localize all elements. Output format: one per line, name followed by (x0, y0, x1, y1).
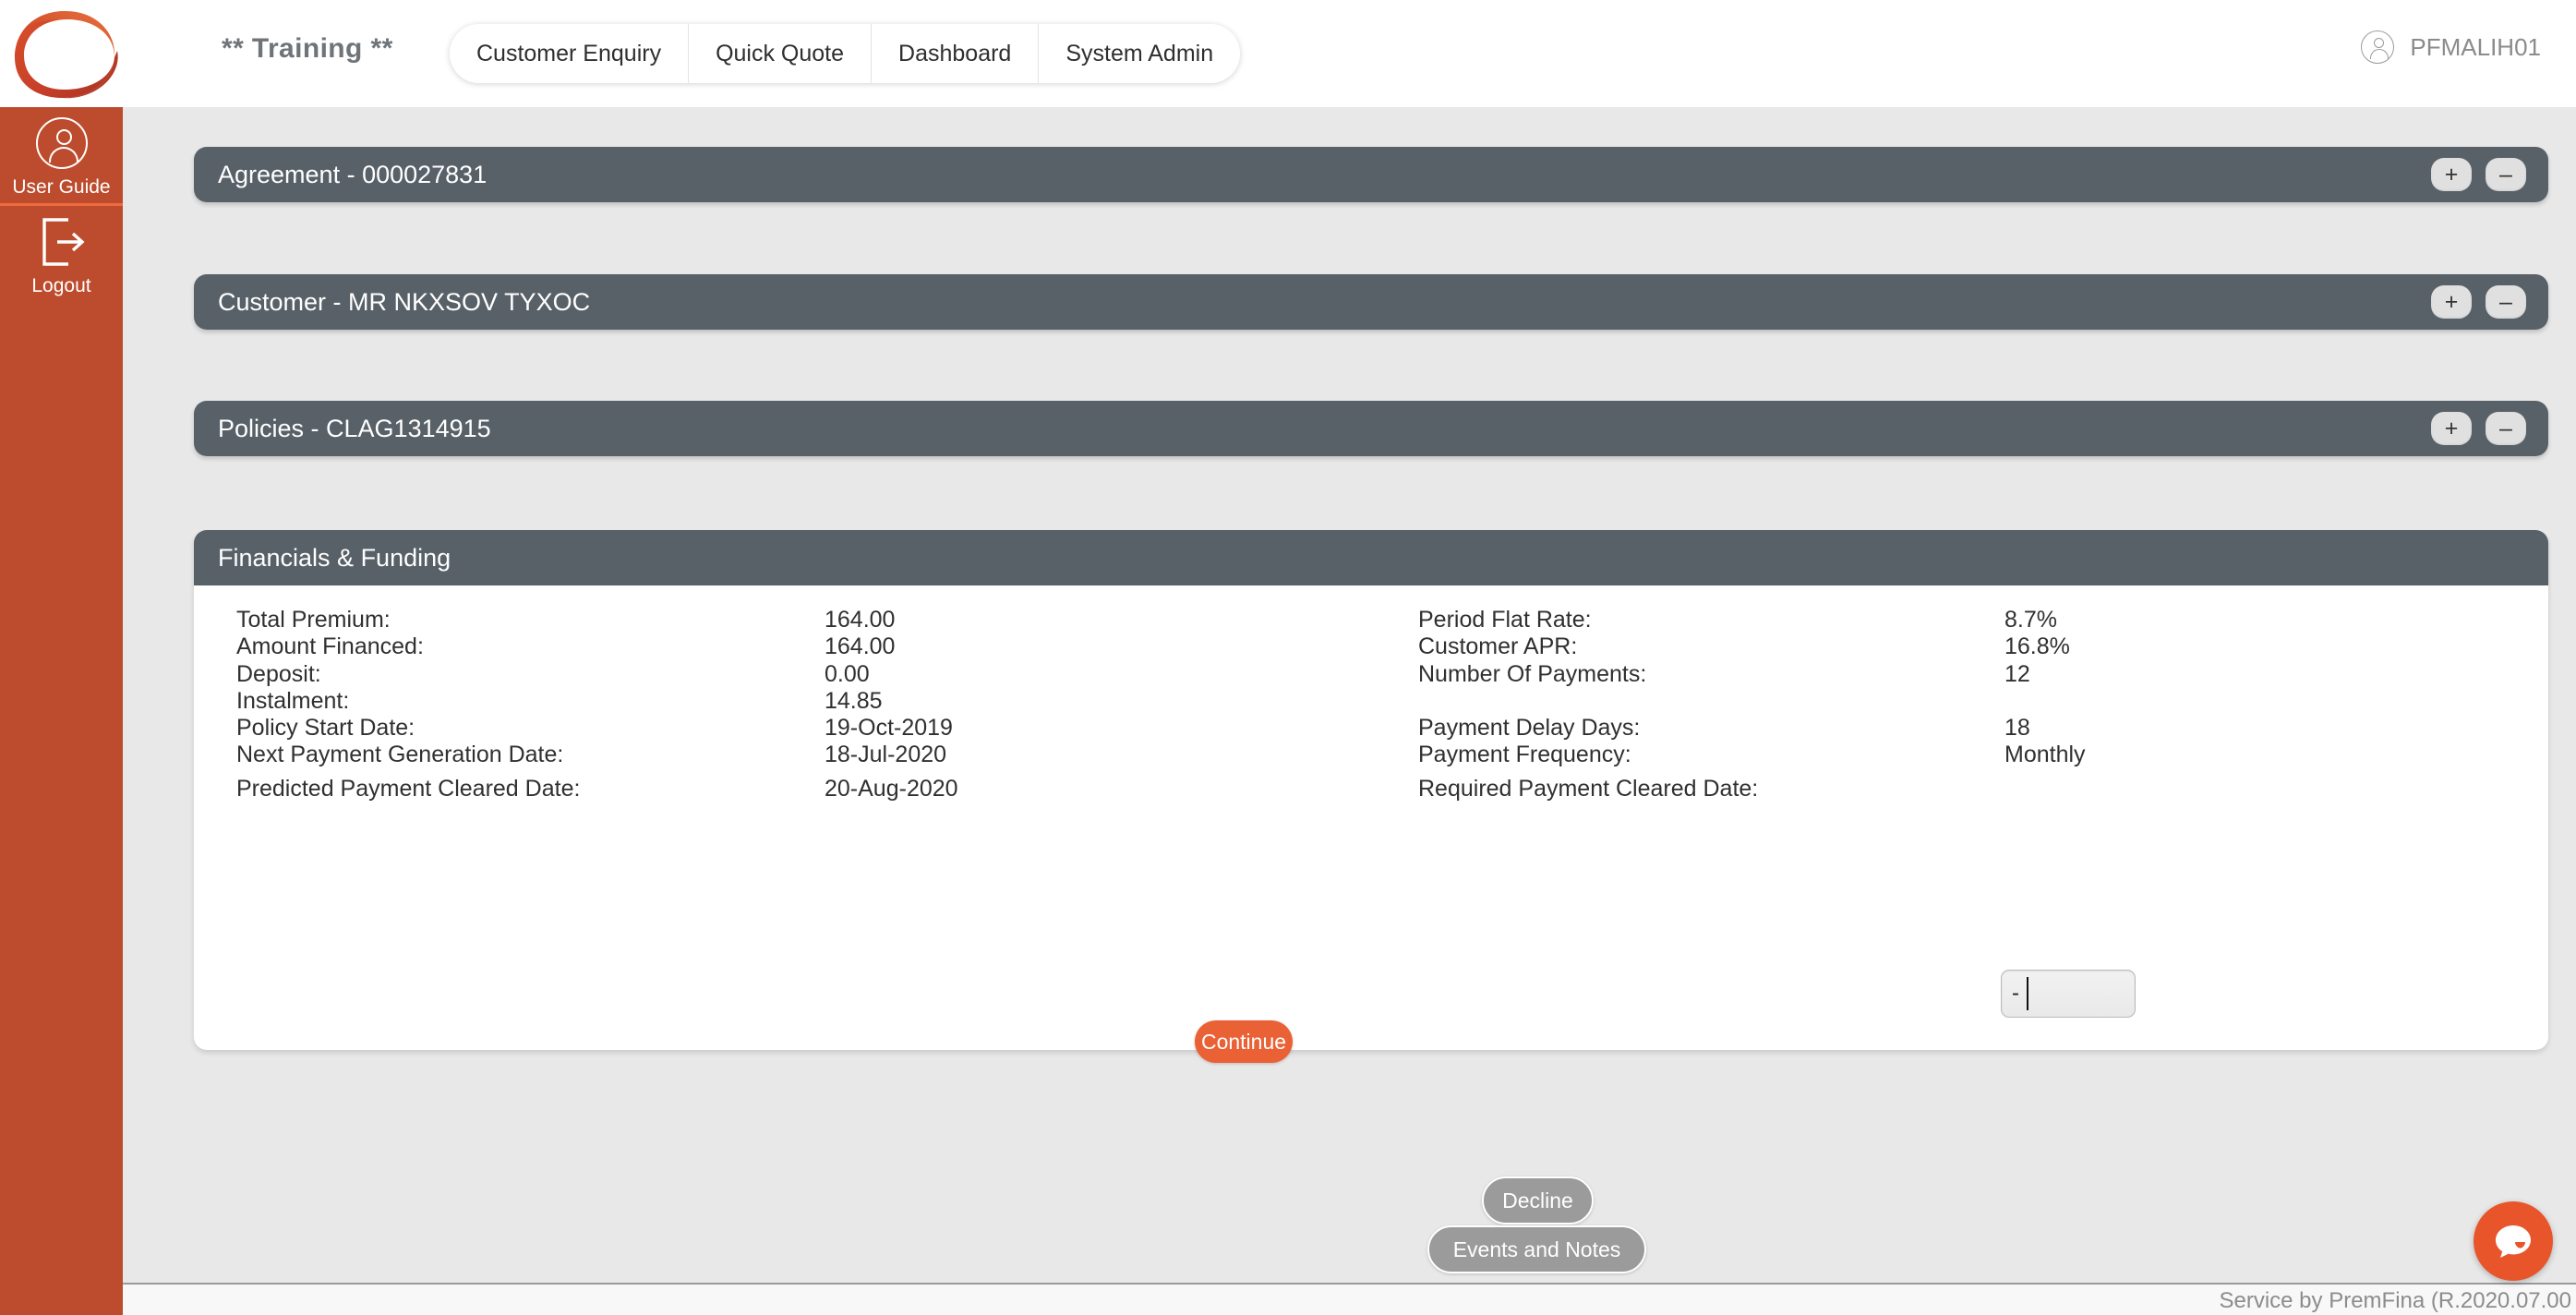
user-circle-icon (35, 117, 88, 169)
expand-button[interactable]: + (2431, 158, 2472, 191)
field-value-predicted-payment-cleared-date: 20-Aug-2020 (825, 775, 958, 802)
sidebar-item-label: User Guide (12, 176, 111, 198)
collapse-button[interactable]: – (2486, 412, 2526, 445)
expand-button[interactable]: + (2431, 412, 2472, 445)
main-nav-tabs: Customer Enquiry Quick Quote Dashboard S… (450, 24, 1241, 83)
customer-panel-title: Customer - MR NKXSOV TYXOC (218, 287, 591, 316)
user-account-menu[interactable]: PFMALIH01 (2361, 30, 2541, 64)
field-label-instalment: Instalment: (236, 687, 350, 714)
field-label-policy-start-date: Policy Start Date: (236, 714, 415, 741)
footer-service-text: Service by PremFina (R.2020.07.00 (2219, 1288, 2571, 1313)
field-label-payment-delay-days: Payment Delay Days: (1418, 714, 1641, 741)
field-value-number-of-payments: 12 (2004, 660, 2030, 687)
required-payment-cleared-date-input[interactable] (2001, 970, 2136, 1018)
continue-button[interactable]: Continue (1195, 1020, 1293, 1063)
agreement-panel-title: Agreement - 000027831 (218, 160, 488, 188)
main-content-area: Agreement - 000027831 + – Customer - MR … (123, 107, 2576, 1315)
field-value-payment-frequency: Monthly (2004, 741, 2086, 767)
tab-dashboard[interactable]: Dashboard (872, 24, 1040, 83)
customer-panel-controls: + – (2431, 285, 2526, 319)
events-and-notes-button[interactable]: Events and Notes (1427, 1225, 1646, 1273)
policies-panel-header[interactable]: Policies - CLAG1314915 + – (194, 401, 2548, 456)
field-value-policy-start-date: 19-Oct-2019 (825, 714, 953, 741)
agreement-panel: Agreement - 000027831 + – (194, 147, 2548, 202)
sidebar-item-user-guide[interactable]: User Guide (0, 107, 123, 203)
field-value-customer-apr: 16.8% (2004, 633, 2070, 659)
policies-panel: Policies - CLAG1314915 + – (194, 401, 2548, 456)
tab-quick-quote[interactable]: Quick Quote (689, 24, 873, 83)
financials-panel-body: Total Premium: 164.00 Amount Financed: 1… (194, 585, 2548, 1063)
field-value-payment-delay-days: 18 (2004, 714, 2030, 741)
financials-panel-title: Financials & Funding (218, 543, 451, 572)
field-value-next-payment-generation-date: 18-Jul-2020 (825, 741, 947, 767)
field-value-total-premium: 164.00 (825, 606, 896, 633)
page-footer: Service by PremFina (R.2020.07.00 (123, 1283, 2576, 1315)
policies-panel-title: Policies - CLAG1314915 (218, 414, 491, 442)
customer-panel: Customer - MR NKXSOV TYXOC + – (194, 274, 2548, 330)
policies-panel-controls: + – (2431, 412, 2526, 445)
training-banner-title: ** Training ** (222, 33, 393, 64)
field-label-amount-financed: Amount Financed: (236, 633, 424, 659)
premfina-logo (9, 2, 122, 105)
agreement-panel-controls: + – (2431, 158, 2526, 191)
left-sidebar: User Guide Logout (0, 107, 123, 1315)
agreement-panel-header[interactable]: Agreement - 000027831 + – (194, 147, 2548, 202)
field-value-period-flat-rate: 8.7% (2004, 606, 2057, 633)
tab-system-admin[interactable]: System Admin (1039, 24, 1241, 83)
top-header-bar: ** Training ** Customer Enquiry Quick Qu… (0, 0, 2576, 107)
field-value-instalment: 14.85 (825, 687, 883, 714)
customer-panel-header[interactable]: Customer - MR NKXSOV TYXOC + – (194, 274, 2548, 330)
collapse-button[interactable]: – (2486, 285, 2526, 319)
expand-button[interactable]: + (2431, 285, 2472, 319)
sidebar-item-label: Logout (31, 275, 91, 296)
collapse-button[interactable]: – (2486, 158, 2526, 191)
field-value-amount-financed: 164.00 (825, 633, 896, 659)
financials-panel-header: Financials & Funding (194, 530, 2548, 585)
sidebar-item-logout[interactable]: Logout (0, 206, 123, 302)
field-label-next-payment-generation-date: Next Payment Generation Date: (236, 741, 564, 767)
field-label-period-flat-rate: Period Flat Rate: (1418, 606, 1592, 633)
user-name-label: PFMALIH01 (2410, 32, 2541, 61)
field-label-deposit: Deposit: (236, 660, 321, 687)
chat-widget-button[interactable] (2474, 1201, 2553, 1281)
chat-bubble-icon (2496, 1225, 2531, 1258)
field-label-customer-apr: Customer APR: (1418, 633, 1578, 659)
field-label-required-payment-cleared-date: Required Payment Cleared Date: (1418, 775, 1759, 802)
user-circle-icon (2361, 30, 2395, 64)
financials-funding-panel: Financials & Funding Total Premium: 164.… (194, 530, 2548, 1063)
field-value-deposit: 0.00 (825, 660, 870, 687)
tab-customer-enquiry[interactable]: Customer Enquiry (450, 24, 690, 83)
field-label-predicted-payment-cleared-date: Predicted Payment Cleared Date: (236, 775, 581, 802)
field-label-total-premium: Total Premium: (236, 606, 391, 633)
logout-arrow-icon (37, 216, 87, 268)
field-label-payment-frequency: Payment Frequency: (1418, 741, 1631, 767)
decline-button[interactable]: Decline (1482, 1176, 1594, 1225)
field-label-number-of-payments: Number Of Payments: (1418, 660, 1647, 687)
text-cursor (2027, 977, 2028, 1010)
